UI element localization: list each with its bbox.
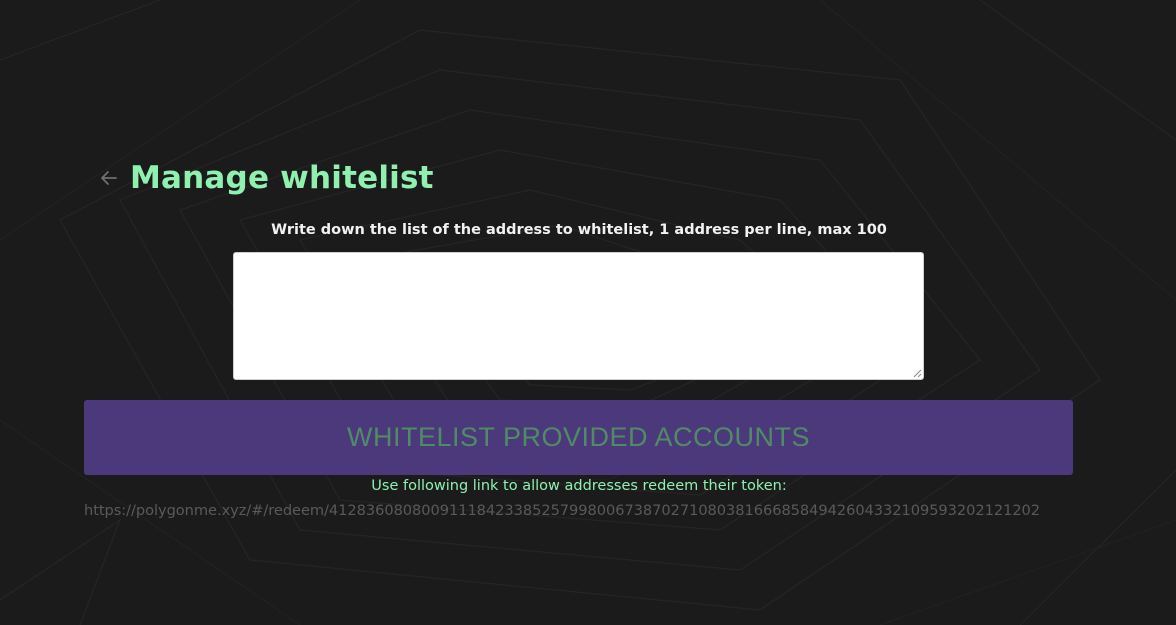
redeem-link[interactable]: https://polygonme.xyz/#/redeem/412836080… xyxy=(84,502,1073,519)
page-header: Manage whitelist xyxy=(96,156,434,200)
whitelist-submit-button[interactable]: WHITELIST PROVIDED ACCOUNTS xyxy=(84,400,1073,475)
arrow-left-icon xyxy=(101,171,117,185)
address-list-textarea[interactable] xyxy=(233,252,924,380)
redeem-link-label: Use following link to allow addresses re… xyxy=(371,478,787,494)
whitelist-instruction: Write down the list of the address to wh… xyxy=(271,222,887,238)
back-button[interactable] xyxy=(96,165,122,191)
manage-whitelist-page: Manage whitelist Write down the list of … xyxy=(0,0,1176,625)
page-title: Manage whitelist xyxy=(130,160,434,196)
